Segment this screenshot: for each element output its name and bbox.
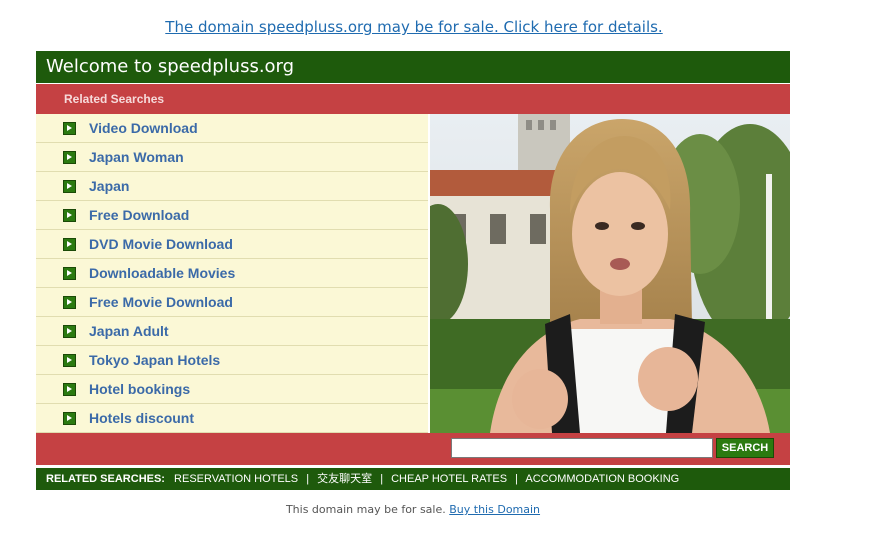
- related-link-japan-adult[interactable]: Japan Adult: [36, 317, 428, 346]
- related-searches-heading: Related Searches: [36, 84, 790, 114]
- separator: |: [380, 473, 384, 485]
- related-link-label: DVD Movie Download: [89, 236, 233, 252]
- search-bar: SEARCH: [36, 433, 790, 465]
- related-searches-list: Video Download Japan Woman Japan Free Do…: [36, 114, 428, 433]
- arrow-bullet-icon: [63, 266, 76, 280]
- separator: |: [306, 473, 310, 485]
- related-link-label: Japan Woman: [89, 149, 184, 165]
- related-link-label: Hotels discount: [89, 410, 195, 426]
- domain-sale-link[interactable]: The domain speedpluss.org may be for sal…: [165, 18, 662, 36]
- page-title: Welcome to speedpluss.org: [36, 51, 790, 84]
- related-link-free-movie-download[interactable]: Free Movie Download: [36, 288, 428, 317]
- arrow-bullet-icon: [63, 150, 76, 164]
- search-input[interactable]: [451, 438, 713, 458]
- main-panel: Welcome to speedpluss.org Related Search…: [36, 51, 790, 490]
- related-link-label: Hotel bookings: [89, 381, 191, 397]
- arrow-bullet-icon: [63, 121, 76, 135]
- arrow-bullet-icon: [63, 208, 76, 222]
- related-link-label: Free Movie Download: [89, 294, 233, 310]
- arrow-bullet-icon: [63, 237, 76, 251]
- footer-text: This domain may be for sale.: [285, 503, 446, 516]
- footer: This domain may be for sale. Buy this Do…: [36, 503, 790, 516]
- related-link-label: Free Download: [89, 207, 190, 223]
- arrow-bullet-icon: [63, 353, 76, 367]
- related-link-japan[interactable]: Japan: [36, 172, 428, 201]
- bottom-link-chinese-chat[interactable]: 交友聊天室: [317, 473, 372, 485]
- bottom-link-reservation-hotels[interactable]: RESERVATION HOTELS: [174, 473, 298, 485]
- related-link-japan-woman[interactable]: Japan Woman: [36, 143, 428, 172]
- bottom-related-searches: RELATED SEARCHES: RESERVATION HOTELS | 交…: [36, 468, 790, 490]
- arrow-bullet-icon: [63, 382, 76, 396]
- arrow-bullet-icon: [63, 324, 76, 338]
- bottom-related-label: RELATED SEARCHES:: [46, 473, 165, 485]
- related-link-hotel-bookings[interactable]: Hotel bookings: [36, 375, 428, 404]
- content-area: Video Download Japan Woman Japan Free Do…: [36, 114, 790, 433]
- bottom-link-cheap-hotel-rates[interactable]: CHEAP HOTEL RATES: [391, 473, 507, 485]
- related-link-downloadable-movies[interactable]: Downloadable Movies: [36, 259, 428, 288]
- related-link-hotels-discount[interactable]: Hotels discount: [36, 404, 428, 433]
- arrow-bullet-icon: [63, 295, 76, 309]
- related-link-label: Video Download: [89, 120, 198, 136]
- arrow-bullet-icon: [63, 179, 76, 193]
- related-link-label: Japan: [89, 178, 130, 194]
- bottom-link-accommodation-booking[interactable]: ACCOMMODATION BOOKING: [525, 473, 679, 485]
- buy-domain-link[interactable]: Buy this Domain: [449, 503, 540, 516]
- arrow-bullet-icon: [63, 411, 76, 425]
- related-link-label: Tokyo Japan Hotels: [89, 352, 221, 368]
- related-link-free-download[interactable]: Free Download: [36, 201, 428, 230]
- related-link-video-download[interactable]: Video Download: [36, 114, 428, 143]
- related-link-dvd-movie-download[interactable]: DVD Movie Download: [36, 230, 428, 259]
- domain-sale-banner: The domain speedpluss.org may be for sal…: [0, 18, 828, 36]
- separator: |: [515, 473, 518, 485]
- related-link-label: Japan Adult: [89, 323, 169, 339]
- search-button[interactable]: SEARCH: [716, 438, 774, 458]
- related-link-label: Downloadable Movies: [89, 265, 236, 281]
- promo-photo: [430, 114, 790, 433]
- related-link-tokyo-japan-hotels[interactable]: Tokyo Japan Hotels: [36, 346, 428, 375]
